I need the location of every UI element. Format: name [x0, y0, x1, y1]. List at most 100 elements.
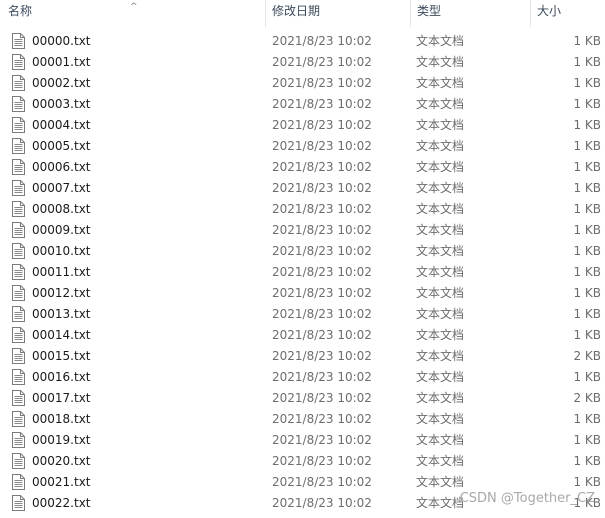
- file-row[interactable]: 00011.txt 2021/8/23 10:02 文本文档 1 KB: [0, 262, 605, 283]
- file-type: 文本文档: [416, 286, 465, 300]
- text-file-icon: [12, 201, 25, 217]
- file-name: 00006.txt: [32, 160, 91, 174]
- file-size: 1 KB: [573, 223, 601, 237]
- sort-ascending-icon: ^: [130, 2, 138, 12]
- file-row[interactable]: 00016.txt 2021/8/23 10:02 文本文档 1 KB: [0, 367, 605, 388]
- column-header-name-label: 名称: [8, 4, 33, 18]
- column-header-bar: 名称 ^ 修改日期 类型 大小: [0, 0, 605, 27]
- file-row[interactable]: 00004.txt 2021/8/23 10:02 文本文档 1 KB: [0, 115, 605, 136]
- text-file-icon: [12, 243, 25, 259]
- file-row[interactable]: 00019.txt 2021/8/23 10:02 文本文档 1 KB: [0, 430, 605, 451]
- file-row[interactable]: 00018.txt 2021/8/23 10:02 文本文档 1 KB: [0, 409, 605, 430]
- file-row[interactable]: 00001.txt 2021/8/23 10:02 文本文档 1 KB: [0, 52, 605, 73]
- file-modified-date: 2021/8/23 10:02: [272, 454, 372, 468]
- text-file-icon: [12, 180, 25, 196]
- file-type: 文本文档: [416, 202, 465, 216]
- file-row[interactable]: 00003.txt 2021/8/23 10:02 文本文档 1 KB: [0, 94, 605, 115]
- column-header-type[interactable]: 类型: [410, 0, 530, 27]
- file-modified-date: 2021/8/23 10:02: [272, 34, 372, 48]
- file-row[interactable]: 00015.txt 2021/8/23 10:02 文本文档 2 KB: [0, 346, 605, 367]
- file-type: 文本文档: [416, 181, 465, 195]
- file-modified-date: 2021/8/23 10:02: [272, 433, 372, 447]
- file-row[interactable]: 00000.txt 2021/8/23 10:02 文本文档 1 KB: [0, 31, 605, 52]
- file-modified-date: 2021/8/23 10:02: [272, 76, 372, 90]
- file-name: 00003.txt: [32, 97, 91, 111]
- file-modified-date: 2021/8/23 10:02: [272, 118, 372, 132]
- file-size: 1 KB: [573, 181, 601, 195]
- file-type: 文本文档: [416, 223, 465, 237]
- watermark-text: CSDN @Together_CZ: [459, 491, 595, 506]
- file-modified-date: 2021/8/23 10:02: [272, 223, 372, 237]
- column-header-size[interactable]: 大小: [530, 0, 605, 27]
- file-row[interactable]: 00014.txt 2021/8/23 10:02 文本文档 1 KB: [0, 325, 605, 346]
- file-type: 文本文档: [416, 391, 465, 405]
- file-size: 1 KB: [573, 265, 601, 279]
- file-modified-date: 2021/8/23 10:02: [272, 139, 372, 153]
- file-type: 文本文档: [416, 349, 465, 363]
- file-type: 文本文档: [416, 496, 465, 510]
- column-header-date[interactable]: 修改日期: [265, 0, 410, 27]
- file-row[interactable]: 00017.txt 2021/8/23 10:02 文本文档 2 KB: [0, 388, 605, 409]
- file-name: 00013.txt: [32, 307, 91, 321]
- file-row[interactable]: 00009.txt 2021/8/23 10:02 文本文档 1 KB: [0, 220, 605, 241]
- file-name: 00014.txt: [32, 328, 91, 342]
- file-modified-date: 2021/8/23 10:02: [272, 349, 372, 363]
- file-row[interactable]: 00007.txt 2021/8/23 10:02 文本文档 1 KB: [0, 178, 605, 199]
- file-modified-date: 2021/8/23 10:02: [272, 391, 372, 405]
- file-type: 文本文档: [416, 328, 465, 342]
- file-row[interactable]: 00005.txt 2021/8/23 10:02 文本文档 1 KB: [0, 136, 605, 157]
- text-file-icon: [12, 54, 25, 70]
- file-type: 文本文档: [416, 139, 465, 153]
- text-file-icon: [12, 264, 25, 280]
- text-file-icon: [12, 222, 25, 238]
- file-modified-date: 2021/8/23 10:02: [272, 265, 372, 279]
- file-modified-date: 2021/8/23 10:02: [272, 328, 372, 342]
- file-size: 1 KB: [573, 475, 601, 489]
- file-size: 1 KB: [573, 139, 601, 153]
- file-type: 文本文档: [416, 370, 465, 384]
- file-size: 1 KB: [573, 55, 601, 69]
- text-file-icon: [12, 75, 25, 91]
- column-header-name[interactable]: 名称 ^: [0, 0, 265, 27]
- file-name: 00019.txt: [32, 433, 91, 447]
- file-row[interactable]: 00006.txt 2021/8/23 10:02 文本文档 1 KB: [0, 157, 605, 178]
- file-row[interactable]: 00013.txt 2021/8/23 10:02 文本文档 1 KB: [0, 304, 605, 325]
- text-file-icon: [12, 285, 25, 301]
- file-name: 00021.txt: [32, 475, 91, 489]
- file-size: 1 KB: [573, 286, 601, 300]
- file-modified-date: 2021/8/23 10:02: [272, 307, 372, 321]
- text-file-icon: [12, 138, 25, 154]
- file-modified-date: 2021/8/23 10:02: [272, 412, 372, 426]
- file-type: 文本文档: [416, 76, 465, 90]
- text-file-icon: [12, 117, 25, 133]
- file-modified-date: 2021/8/23 10:02: [272, 475, 372, 489]
- file-name: 00010.txt: [32, 244, 91, 258]
- file-size: 1 KB: [573, 97, 601, 111]
- file-size: 1 KB: [573, 160, 601, 174]
- file-type: 文本文档: [416, 160, 465, 174]
- file-modified-date: 2021/8/23 10:02: [272, 55, 372, 69]
- file-type: 文本文档: [416, 118, 465, 132]
- file-size: 1 KB: [573, 244, 601, 258]
- file-type: 文本文档: [416, 97, 465, 111]
- text-file-icon: [12, 432, 25, 448]
- file-name: 00012.txt: [32, 286, 91, 300]
- file-row[interactable]: 00002.txt 2021/8/23 10:02 文本文档 1 KB: [0, 73, 605, 94]
- file-name: 00015.txt: [32, 349, 91, 363]
- file-row[interactable]: 00012.txt 2021/8/23 10:02 文本文档 1 KB: [0, 283, 605, 304]
- column-header-date-label: 修改日期: [272, 4, 321, 18]
- file-row[interactable]: 00008.txt 2021/8/23 10:02 文本文档 1 KB: [0, 199, 605, 220]
- file-row[interactable]: 00020.txt 2021/8/23 10:02 文本文档 1 KB: [0, 451, 605, 472]
- file-size: 1 KB: [573, 454, 601, 468]
- file-name: 00020.txt: [32, 454, 91, 468]
- file-size: 1 KB: [573, 433, 601, 447]
- file-name: 00016.txt: [32, 370, 91, 384]
- file-size: 1 KB: [573, 34, 601, 48]
- file-name: 00011.txt: [32, 265, 91, 279]
- file-row[interactable]: 00021.txt 2021/8/23 10:02 文本文档 1 KB: [0, 472, 605, 493]
- column-header-size-label: 大小: [537, 4, 562, 18]
- file-modified-date: 2021/8/23 10:02: [272, 160, 372, 174]
- text-file-icon: [12, 369, 25, 385]
- file-row[interactable]: 00010.txt 2021/8/23 10:02 文本文档 1 KB: [0, 241, 605, 262]
- file-name: 00004.txt: [32, 118, 91, 132]
